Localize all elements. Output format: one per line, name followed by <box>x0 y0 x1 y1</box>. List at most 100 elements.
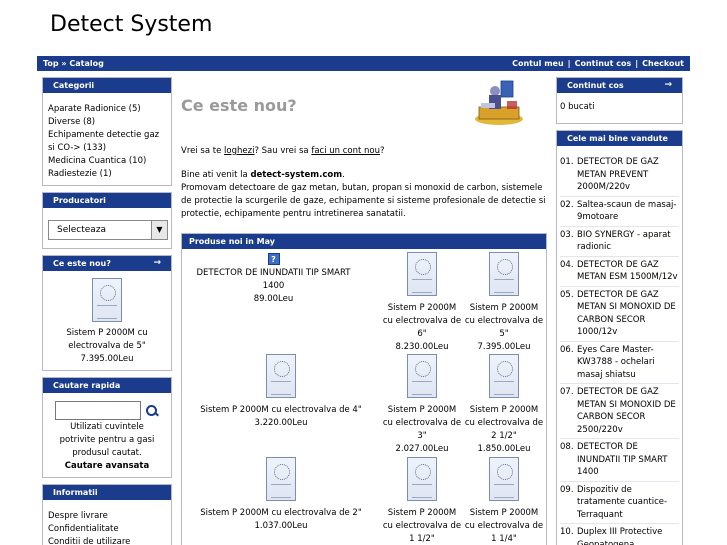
welcome-line: Bine ati venit la detect-system.com. <box>181 170 345 180</box>
bestseller-item: 03. BIO SYNERGY - aparat radionic <box>560 225 679 256</box>
page-title: Ce este nou? <box>181 96 297 115</box>
categories-box: Categorii Aparate Radionice (5) Diverse … <box>42 77 172 186</box>
product-name-link[interactable]: Sistem P 2000M cu electrovalva de 2 1/2" <box>464 404 544 443</box>
arrow-right-icon[interactable]: → <box>664 78 672 93</box>
cart-box: Continut cos → 0 bucati <box>556 77 683 124</box>
bestseller-item: 10. Duplex III Protective Geopatogena <box>560 523 679 545</box>
product-name-link[interactable]: Sistem P 2000M cu electrovalva de 6" <box>382 302 462 341</box>
bestseller-item: 01. DETECTOR DE GAZ METAN PREVENT 2000M/2… <box>560 154 679 196</box>
bestseller-link[interactable]: DETECTOR DE INUNDATII TIP SMART 1400 <box>577 441 679 479</box>
bestsellers-list: 01. DETECTOR DE GAZ METAN PREVENT 2000M/2… <box>560 154 679 545</box>
new-products-box: Produse noi in May ? DETECTOR DE INUNDAT… <box>181 233 547 545</box>
manufacturers-box: Producatori Selecteaza ▼ <box>42 192 172 249</box>
product-image[interactable] <box>489 252 519 296</box>
manufacturer-select[interactable]: Selecteaza ▼ <box>48 220 168 240</box>
cart-contents-link[interactable]: Continut cos <box>575 59 632 68</box>
top-navigation-bar: Top » Catalog Contul meu | Continut cos | Ch… <box>37 56 690 71</box>
bestseller-link[interactable]: DETECTOR DE GAZ METAN SI MONOXID DE CARB… <box>577 289 679 339</box>
information-link[interactable]: Despre livrare <box>48 510 166 523</box>
product-price: 1.037.00Leu <box>254 521 308 531</box>
bestseller-link[interactable]: DETECTOR DE GAZ METAN ESM 1500M/12v <box>577 259 679 284</box>
whats-new-side-title[interactable]: Ce este nou? <box>53 259 111 268</box>
product-name-link[interactable]: Sistem P 2000M cu electrovalva de 2" <box>186 507 376 520</box>
bestseller-link[interactable]: DETECTOR DE GAZ METAN SI MONOXID DE CARB… <box>577 386 679 436</box>
bestseller-link[interactable]: DETECTOR DE GAZ METAN PREVENT 2000M/220v <box>577 156 679 194</box>
product-price: 8.230.00Leu <box>395 342 449 352</box>
bestseller-link[interactable]: BIO SYNERGY - aparat radionic <box>577 229 679 254</box>
product-card: Sistem P 2000M cu electrovalva de 3" 2.0… <box>382 354 462 456</box>
quick-search-box: Cautare rapida Utilizati cuvintele potri… <box>42 377 172 478</box>
welcome-illustration <box>475 80 523 125</box>
category-link[interactable]: Echipamente detectie gaz si CO-> (133) <box>48 129 166 155</box>
advanced-search-link[interactable]: Cautare avansata <box>48 460 166 473</box>
checkout-link[interactable]: Checkout <box>642 59 684 68</box>
cart-contents: 0 bucati <box>560 102 595 112</box>
product-price: 89.00Leu <box>253 294 294 304</box>
right-column: Continut cos → 0 bucati Cele mai bine va… <box>556 77 683 545</box>
breadcrumb-catalog-link[interactable]: Catalog <box>69 59 103 68</box>
product-name-link[interactable]: DETECTOR DE INUNDATII TIP SMART 1400 <box>186 267 361 293</box>
quick-search-hint: Utilizati cuvintele potrivite pentru a g… <box>59 422 155 458</box>
product-price: 1.850.00Leu <box>477 444 531 454</box>
search-icon[interactable] <box>145 404 159 418</box>
login-prompt: Vrei sa te loghezi? Sau vrei sa faci un … <box>181 146 385 156</box>
information-link[interactable]: Conditii de utilizare <box>48 536 166 545</box>
product-card: Sistem P 2000M cu electrovalva de 2" 1.0… <box>186 457 376 533</box>
category-link[interactable]: Diverse (8) <box>48 116 166 129</box>
breadcrumb-top-link[interactable]: Top <box>43 59 59 68</box>
product-card: Sistem P 2000M cu electrovalva de 4" 3.2… <box>186 354 376 430</box>
site-title: Detect System <box>50 12 213 37</box>
login-link[interactable]: loghezi <box>224 146 254 156</box>
whats-new-side-product[interactable]: Sistem P 2000M cu electrovalva de 5" <box>48 327 166 353</box>
product-image[interactable] <box>92 278 122 322</box>
product-name-link[interactable]: Sistem P 2000M cu electrovalva de 1 1/2" <box>382 507 462 545</box>
chevron-down-icon[interactable]: ▼ <box>151 221 167 239</box>
quick-search-title: Cautare rapida <box>43 378 171 393</box>
product-image[interactable] <box>407 457 437 501</box>
product-name-link[interactable]: Sistem P 2000M cu electrovalva de 4" <box>186 404 376 417</box>
category-link[interactable]: Radiestezie (1) <box>48 168 166 181</box>
category-link[interactable]: Aparate Radionice (5) <box>48 103 166 116</box>
bestseller-link[interactable]: Duplex III Protective Geopatogena <box>577 526 679 545</box>
product-card: Sistem P 2000M cu electrovalva de 1 1/2" <box>382 457 462 545</box>
categories-title: Categorii <box>43 78 171 93</box>
site-description: Promovam detectoare de gaz metan, butan,… <box>181 183 546 219</box>
bestseller-item: 07. DETECTOR DE GAZ METAN SI MONOXID DE C… <box>560 383 679 438</box>
information-link[interactable]: Confidentialitate <box>48 523 166 536</box>
missing-image-icon[interactable]: ? <box>267 253 280 265</box>
product-price: 2.027.00Leu <box>395 444 449 454</box>
product-name-link[interactable]: Sistem P 2000M cu electrovalva de 3" <box>382 404 462 443</box>
manufacturer-select-value: Selecteaza <box>57 225 107 235</box>
cart-title[interactable]: Continut cos <box>567 81 624 90</box>
breadcrumb: Top » Catalog <box>43 56 104 71</box>
bestseller-item: 09. Dispozitiv de tratamente cuantice-Ter… <box>560 480 679 524</box>
product-image[interactable] <box>407 252 437 296</box>
bestseller-link[interactable]: Eyes Care Master-KW3788 - ochelari masaj… <box>577 344 679 382</box>
category-link[interactable]: Medicina Cuantica (10) <box>48 155 166 168</box>
new-products-title: Produse noi in May <box>182 234 546 249</box>
quick-search-input[interactable] <box>55 401 141 420</box>
product-image[interactable] <box>407 354 437 398</box>
information-title: Informatii <box>43 485 171 500</box>
bestseller-link[interactable]: Dispozitiv de tratamente cuantice-Terraq… <box>577 484 679 522</box>
create-account-link[interactable]: faci un cont nou <box>311 146 380 156</box>
bestseller-item: 06. Eyes Care Master-KW3788 - ochelari ma… <box>560 340 679 384</box>
product-card: Sistem P 2000M cu electrovalva de 6" 8.2… <box>382 252 462 354</box>
product-card: Sistem P 2000M cu electrovalva de 1 1/4" <box>464 457 544 545</box>
product-card: ? DETECTOR DE INUNDATII TIP SMART 1400 8… <box>186 253 361 306</box>
product-name-link[interactable]: Sistem P 2000M cu electrovalva de 5" <box>464 302 544 341</box>
product-image[interactable] <box>489 457 519 501</box>
product-image[interactable] <box>266 354 296 398</box>
product-name-link[interactable]: Sistem P 2000M cu electrovalva de 1 1/4" <box>464 507 544 545</box>
bestseller-link[interactable]: Saltea-scaun de masaj-9motoare <box>577 199 679 224</box>
product-image[interactable] <box>266 457 296 501</box>
product-image[interactable] <box>489 354 519 398</box>
bestseller-item: 04. DETECTOR DE GAZ METAN ESM 1500M/12v <box>560 255 679 286</box>
my-account-link[interactable]: Contul meu <box>512 59 564 68</box>
bestseller-item: 02. Saltea-scaun de masaj-9motoare <box>560 195 679 226</box>
product-card: Sistem P 2000M cu electrovalva de 5" 7.3… <box>464 252 544 354</box>
left-column: Categorii Aparate Radionice (5) Diverse … <box>42 77 172 545</box>
bestsellers-box: Cele mai bine vandute 01. DETECTOR DE GAZ… <box>556 130 683 545</box>
arrow-right-icon[interactable]: → <box>153 256 161 271</box>
information-box: Informatii Despre livrare Confidentialit… <box>42 484 172 545</box>
